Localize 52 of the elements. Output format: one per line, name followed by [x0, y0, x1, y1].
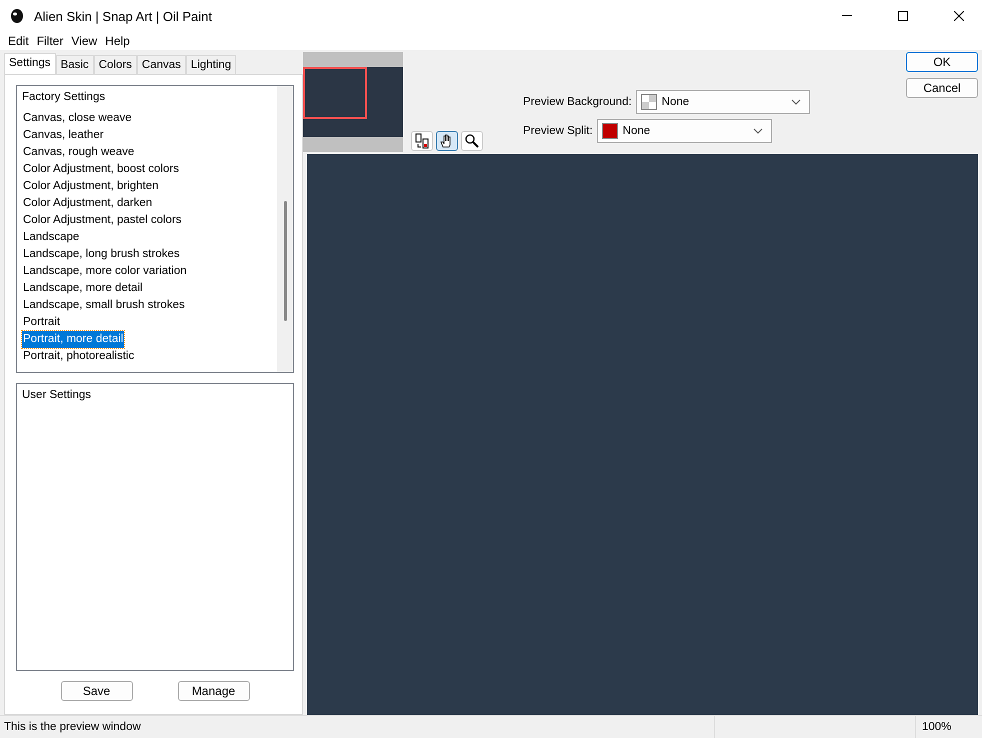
tab[interactable]: Basic	[56, 55, 94, 74]
list-item[interactable]: Color Adjustment, boost colors	[22, 161, 180, 178]
tab[interactable]: Canvas	[136, 55, 186, 74]
menu-item[interactable]: Edit	[4, 32, 33, 50]
manage-button[interactable]: Manage	[178, 681, 250, 701]
list-item[interactable]: Color Adjustment, brighten	[22, 178, 160, 195]
minimize-icon	[842, 15, 852, 17]
list-item[interactable]: Landscape, more color variation	[22, 263, 188, 280]
tool-button[interactable]	[461, 131, 483, 151]
tab[interactable]: Settings	[4, 53, 56, 74]
list-item[interactable]: Landscape, more detail	[22, 280, 144, 297]
magnifier-icon	[464, 133, 480, 149]
close-icon	[954, 11, 964, 21]
field-label: Preview Split:	[523, 125, 593, 137]
list-item[interactable]: Landscape	[22, 229, 80, 246]
navigator-thumbnail[interactable]	[303, 52, 403, 152]
menu-item[interactable]: Help	[101, 32, 134, 50]
ok-button[interactable]: OK	[906, 52, 978, 72]
app-logo-icon	[10, 8, 24, 24]
checker-icon	[640, 94, 657, 110]
dropdown[interactable]: None	[596, 119, 772, 143]
list-item[interactable]: Landscape, small brush strokes	[22, 297, 186, 314]
maximize-icon	[898, 11, 908, 21]
save-button[interactable]: Save	[60, 681, 132, 701]
scrollbar[interactable]	[277, 86, 293, 372]
list-item[interactable]: Color Adjustment, pastel colors	[22, 212, 183, 229]
caret-icon	[790, 99, 801, 105]
cancel-button[interactable]: Cancel	[906, 78, 978, 98]
window-title: Alien Skin | Snap Art | Oil Paint	[34, 8, 214, 24]
menu-item[interactable]: Filter	[32, 32, 68, 50]
caret-icon	[752, 128, 763, 134]
list-item[interactable]: Canvas, rough weave	[22, 144, 136, 161]
menu-item[interactable]: View	[67, 32, 102, 50]
tab[interactable]: Colors	[94, 55, 137, 74]
list-item[interactable]: Landscape, long brush strokes	[22, 246, 181, 263]
status-message: This is the preview window	[3, 720, 142, 735]
tool-button[interactable]	[411, 131, 433, 151]
zoom-level: 100%	[915, 716, 982, 738]
field-label: Preview Background:	[523, 96, 632, 108]
tool-button[interactable]	[436, 131, 458, 151]
list-heading: User Settings	[22, 388, 92, 403]
list-heading: Factory Settings	[22, 90, 106, 105]
dropdown[interactable]: None	[636, 90, 810, 114]
list-item[interactable]: Canvas, close weave	[22, 110, 133, 127]
document-swap-icon	[414, 133, 430, 149]
list-item[interactable]: Portrait, photorealistic	[22, 348, 136, 365]
list-item[interactable]: Color Adjustment, darken	[22, 195, 154, 212]
tab[interactable]: Lighting	[186, 55, 236, 74]
list-item[interactable]: Portrait, more detail	[22, 331, 124, 348]
view-rectangle[interactable]	[303, 67, 367, 119]
list-item[interactable]: Canvas, leather	[22, 127, 105, 144]
list-item[interactable]: Portrait	[22, 314, 62, 331]
